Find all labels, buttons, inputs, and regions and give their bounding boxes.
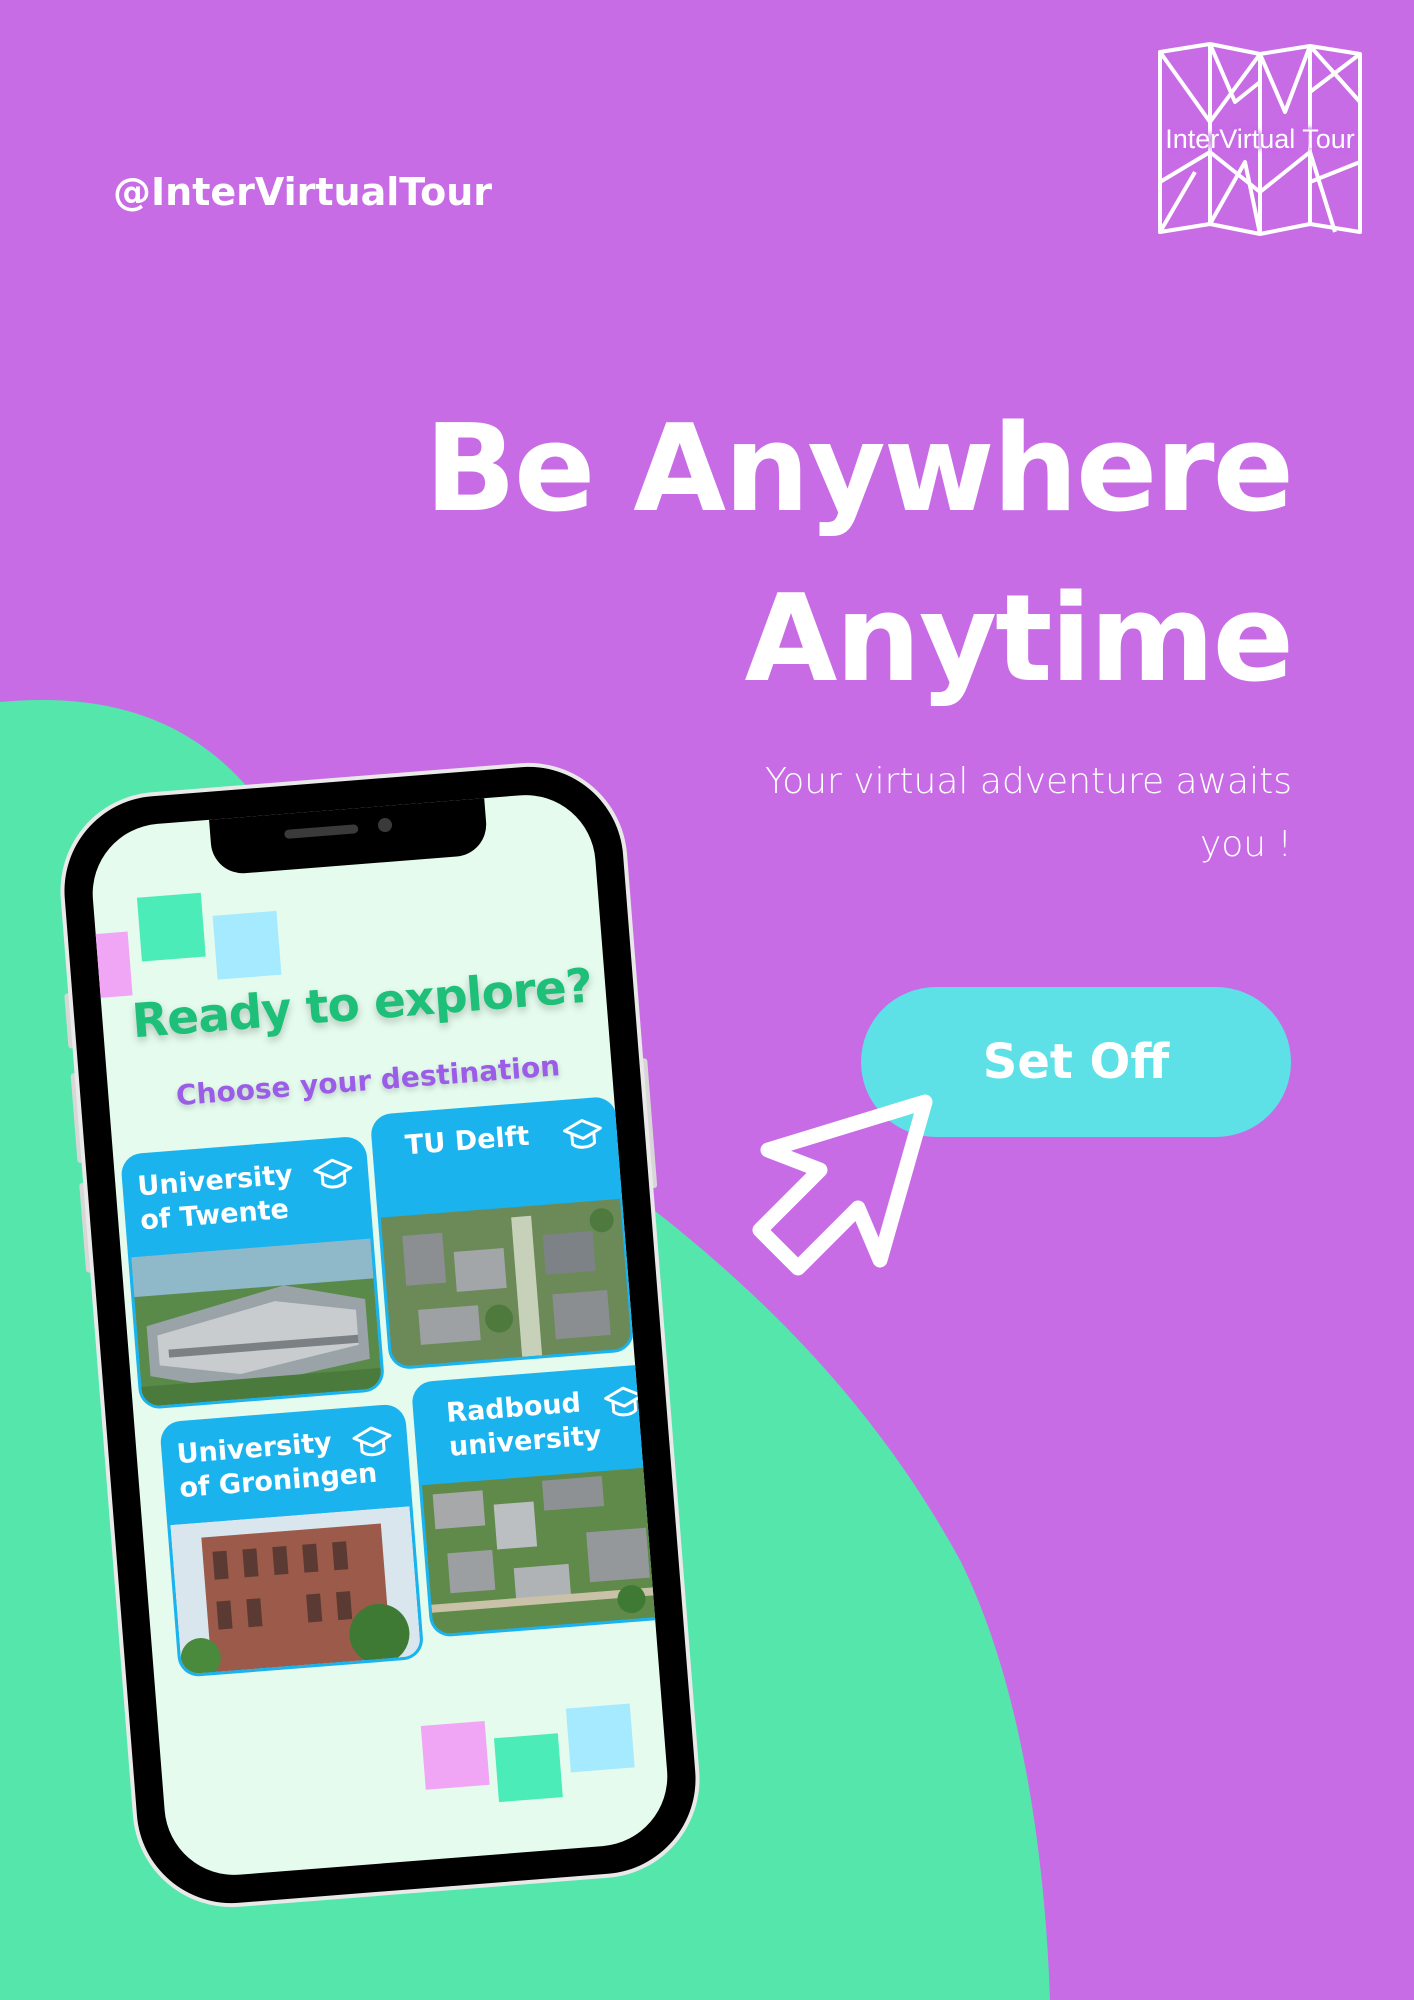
campus-photo xyxy=(380,1198,632,1368)
subtitle-line-2: you ! xyxy=(1199,824,1292,865)
campus-photo xyxy=(131,1238,383,1407)
decor-square xyxy=(565,1703,635,1773)
phone-mockup: Ready to explore? Choose your destinatio… xyxy=(57,759,703,1911)
destination-label: TU Delft xyxy=(404,1116,576,1163)
decor-square xyxy=(136,892,206,962)
headline: Be Anywhere Anytime xyxy=(392,385,1294,725)
destination-card-tu-delft[interactable]: TU Delft xyxy=(372,1099,632,1368)
decor-square xyxy=(420,1720,490,1790)
decor-square xyxy=(212,910,282,980)
graduation-cap-icon xyxy=(352,1426,392,1457)
decor-square xyxy=(493,1733,563,1803)
destination-label: University of Groningen xyxy=(175,1423,380,1506)
subtitle-line-1: Your virtual adventure awaits xyxy=(765,761,1292,802)
phone-screen: Ready to explore? Choose your destinatio… xyxy=(87,789,673,1881)
logo-text: InterVirtual Tour xyxy=(1165,124,1355,154)
phone-title: Ready to explore? xyxy=(129,958,594,1050)
social-handle[interactable]: @InterVirtualTour xyxy=(113,170,492,214)
destination-card-twente[interactable]: University of Twente xyxy=(123,1138,383,1407)
destination-label: University of Twente xyxy=(136,1157,311,1238)
pointer-arrow-icon xyxy=(752,1094,933,1276)
subtitle: Your virtual adventure awaits you ! xyxy=(732,750,1292,876)
brand-logo: InterVirtual Tour xyxy=(1130,42,1370,242)
destination-label: Radboud university xyxy=(445,1384,620,1465)
campus-photo xyxy=(421,1466,673,1635)
campus-photo xyxy=(170,1506,422,1675)
destination-card-groningen[interactable]: University of Groningen xyxy=(162,1406,422,1675)
destination-label-line-1: TU Delft xyxy=(404,1120,531,1162)
headline-line-2: Anytime xyxy=(744,570,1294,709)
graduation-cap-icon xyxy=(313,1158,353,1189)
destination-card-radboud[interactable]: Radboud university xyxy=(414,1366,673,1635)
headline-line-1: Be Anywhere xyxy=(424,400,1294,539)
graduation-cap-icon xyxy=(563,1119,602,1149)
